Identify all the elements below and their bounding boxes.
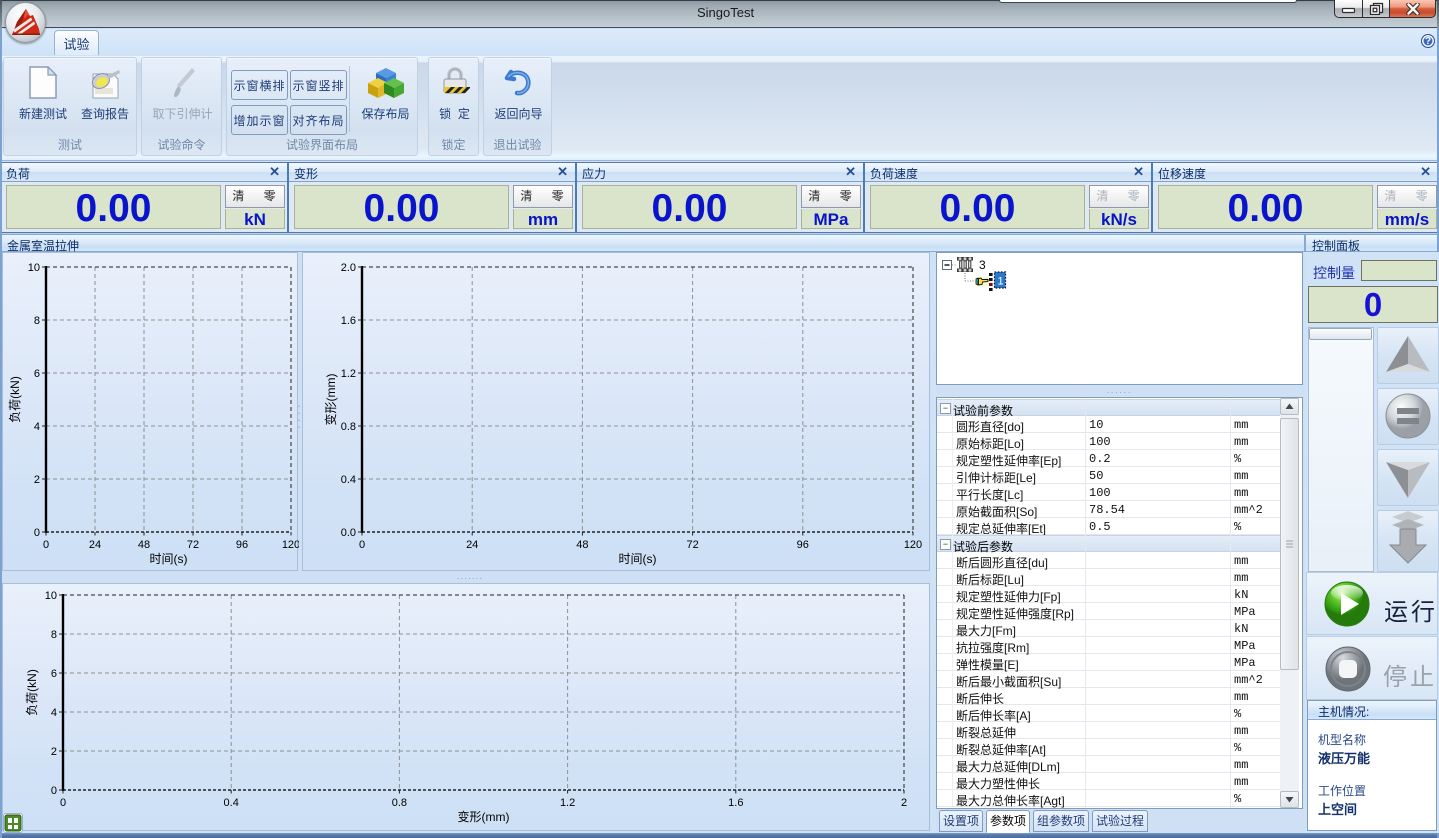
svg-text:0: 0 [43, 539, 49, 551]
svg-text:负荷(kN): 负荷(kN) [25, 669, 39, 716]
svg-text:4: 4 [51, 707, 57, 719]
svg-text:0.8: 0.8 [341, 421, 356, 433]
svg-text:1.2: 1.2 [341, 368, 356, 380]
svg-text:24: 24 [466, 539, 478, 551]
svg-text:1: 1 [998, 276, 1004, 288]
svg-text:48: 48 [138, 539, 150, 551]
svg-text:120: 120 [282, 539, 299, 551]
svg-text:2: 2 [34, 474, 40, 486]
svg-text:0.4: 0.4 [341, 474, 356, 486]
svg-text:0.0: 0.0 [341, 527, 356, 539]
svg-text:96: 96 [797, 539, 809, 551]
svg-text:6: 6 [51, 668, 57, 680]
svg-text:时间(s): 时间(s) [150, 552, 188, 566]
svg-text:10: 10 [45, 590, 57, 602]
svg-text:4: 4 [34, 421, 40, 433]
svg-text:变形(mm): 变形(mm) [323, 374, 338, 426]
svg-text:1.2: 1.2 [560, 797, 575, 809]
svg-text:2: 2 [51, 746, 57, 758]
svg-text:120: 120 [904, 539, 922, 551]
svg-text:0: 0 [60, 797, 66, 809]
svg-text:0: 0 [34, 527, 40, 539]
svg-text:48: 48 [576, 539, 588, 551]
svg-text:0.8: 0.8 [392, 797, 407, 809]
svg-text:时间(s): 时间(s) [619, 552, 657, 566]
svg-text:10: 10 [28, 262, 40, 274]
svg-text:0: 0 [359, 539, 365, 551]
svg-text:负荷(kN): 负荷(kN) [8, 376, 22, 423]
svg-text:0: 0 [51, 785, 57, 797]
svg-text:96: 96 [236, 539, 248, 551]
svg-text:1.6: 1.6 [728, 797, 743, 809]
svg-text:8: 8 [34, 315, 40, 327]
svg-text:3: 3 [979, 258, 986, 272]
svg-text:72: 72 [187, 539, 199, 551]
svg-text:24: 24 [89, 539, 101, 551]
svg-text:8: 8 [51, 629, 57, 641]
svg-text:1.6: 1.6 [341, 315, 356, 327]
svg-text:2: 2 [901, 797, 907, 809]
svg-text:2.0: 2.0 [341, 262, 356, 274]
svg-text:0.4: 0.4 [224, 797, 239, 809]
svg-text:变形(mm): 变形(mm) [458, 809, 510, 824]
svg-text:6: 6 [34, 368, 40, 380]
svg-text:72: 72 [686, 539, 698, 551]
